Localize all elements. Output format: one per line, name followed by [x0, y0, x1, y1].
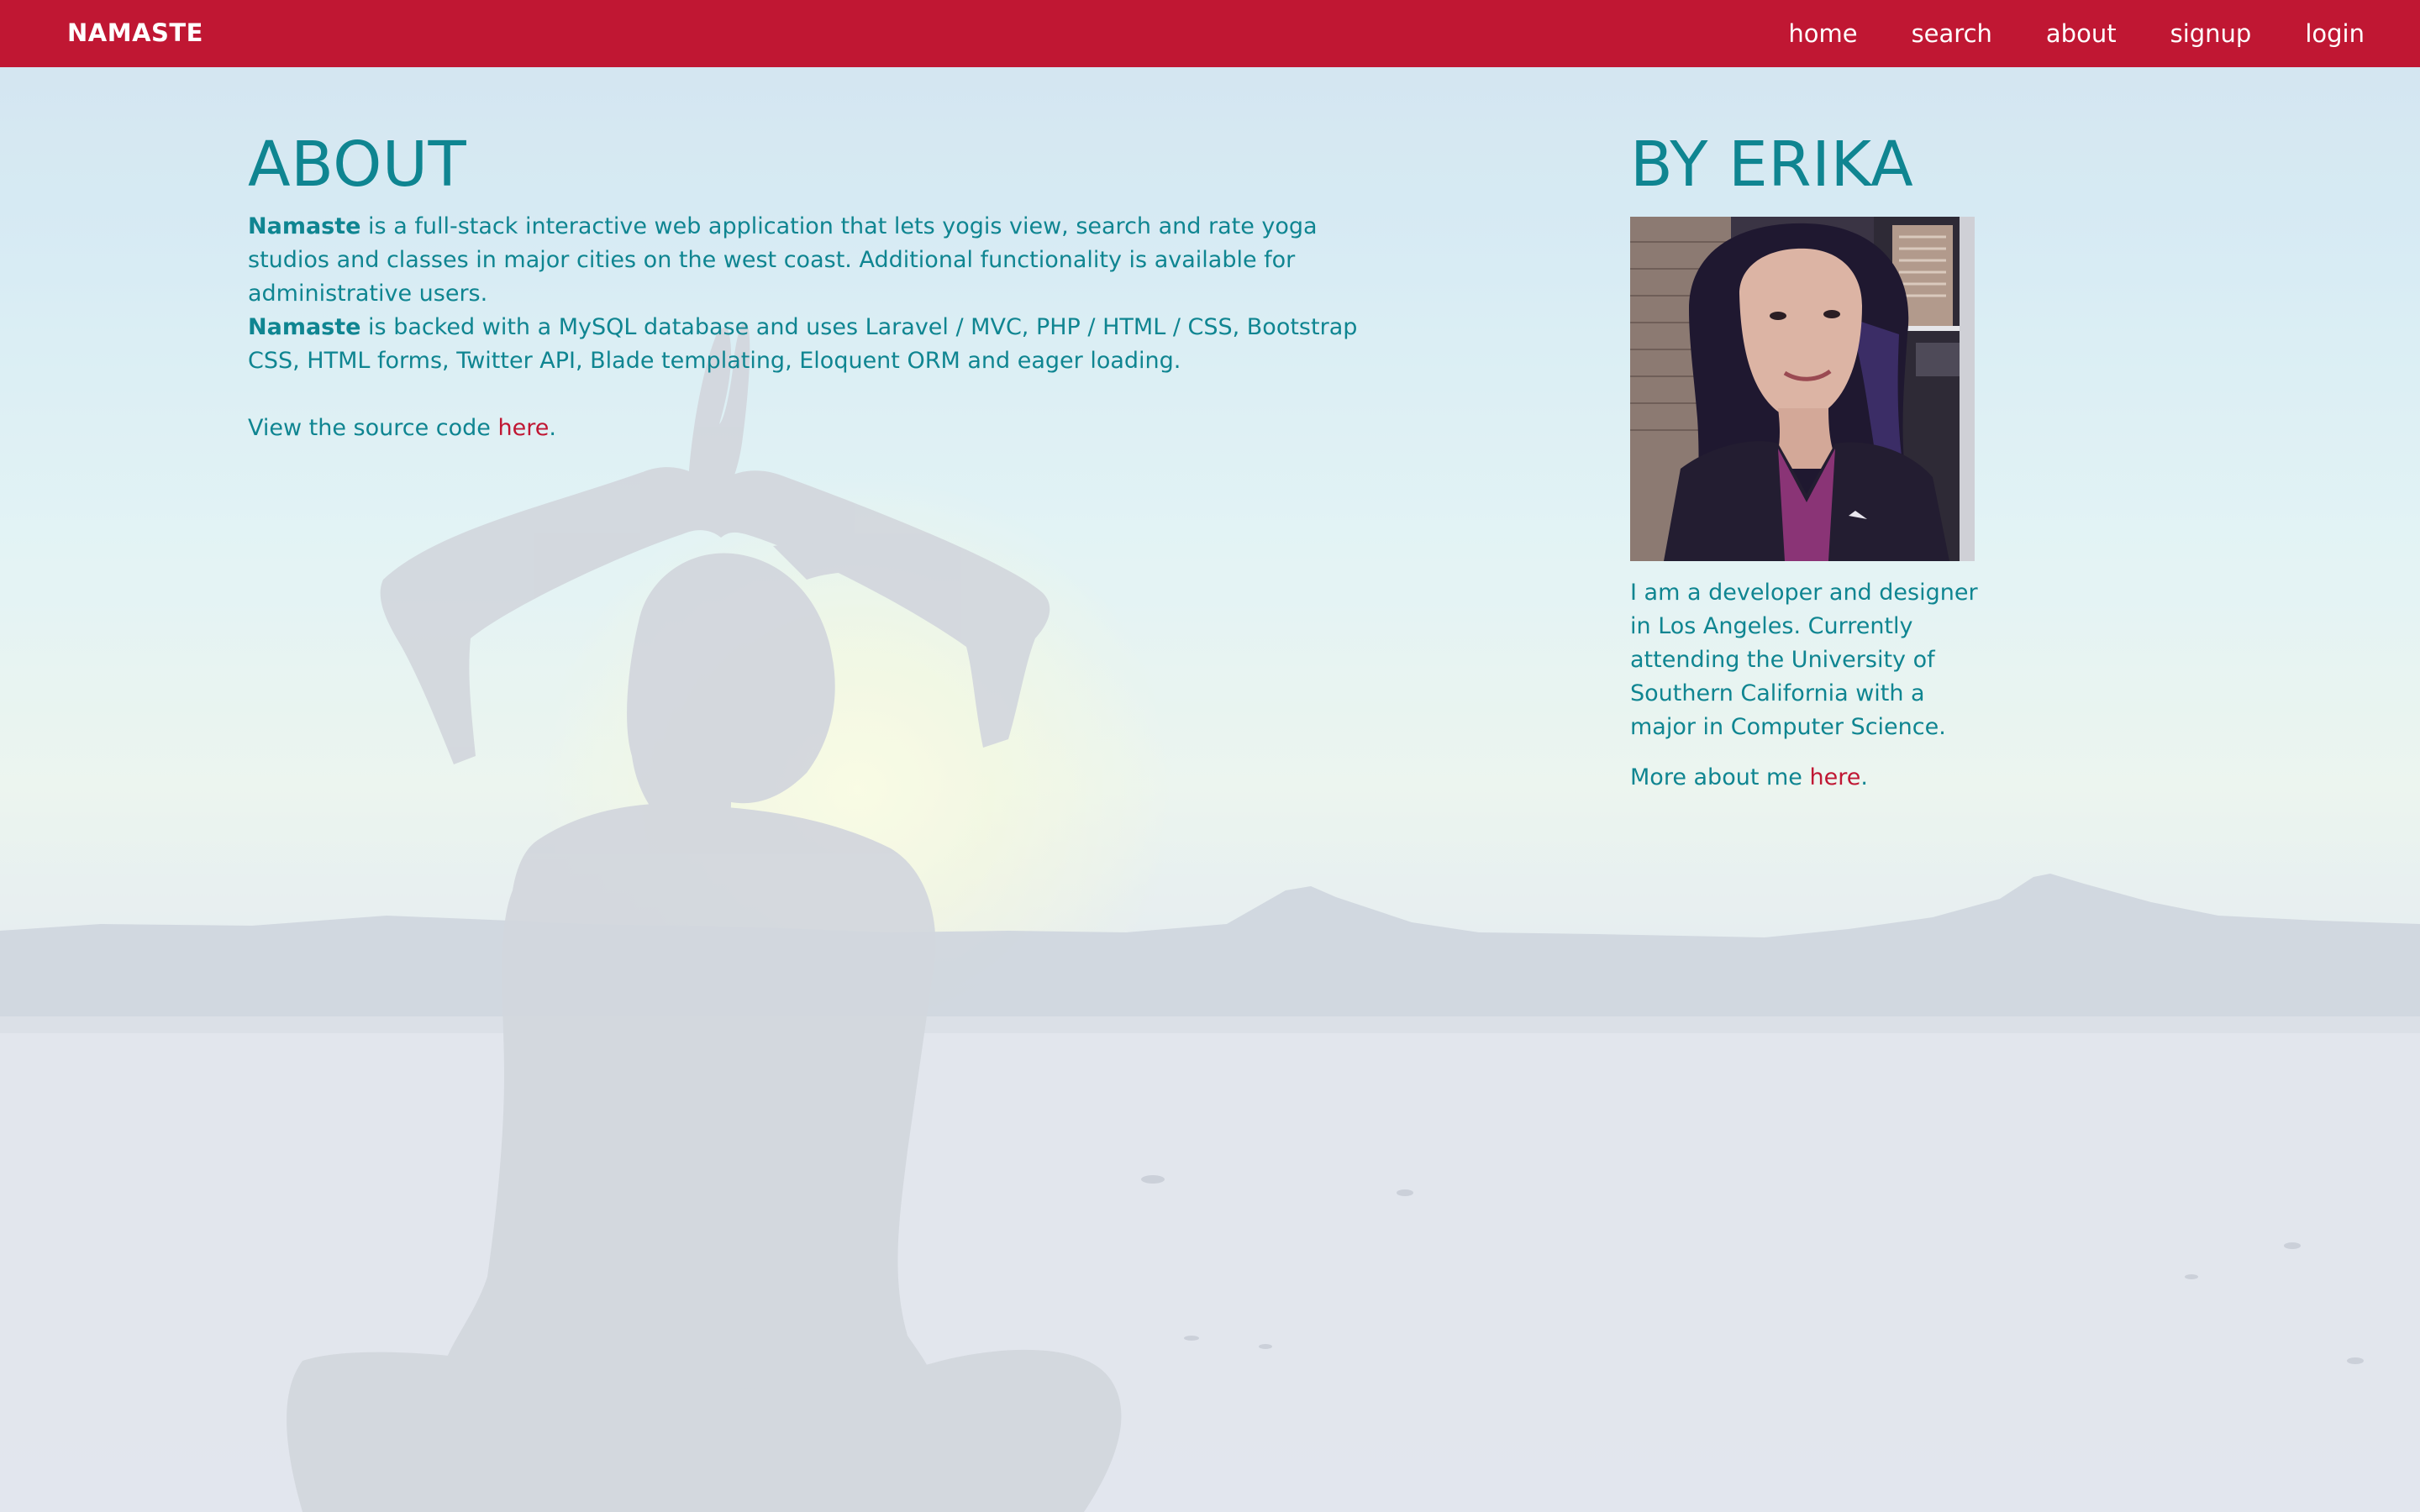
main-content: ABOUT Namaste is a full-stack interactiv…	[0, 0, 2420, 1512]
source-code-line: View the source code here.	[248, 412, 1374, 445]
nav-link-about[interactable]: about	[2046, 1, 2117, 66]
about-description-text-2: is backed with a MySQL database and uses…	[248, 314, 1358, 374]
source-code-prefix: View the source code	[248, 415, 498, 441]
profile-photo-illustration	[1630, 217, 1975, 561]
top-navbar: NAMASTE home search about signup login	[0, 0, 2420, 67]
source-code-suffix: .	[549, 415, 556, 441]
more-about-line: More about me here.	[1630, 761, 1983, 795]
brand-logo-link[interactable]: NAMASTE	[67, 0, 203, 67]
nav-link-search[interactable]: search	[1912, 1, 1992, 66]
about-description-text-1: is a full-stack interactive web applicat…	[248, 213, 1318, 307]
app-name-bold: Namaste	[248, 314, 361, 340]
nav-link-login[interactable]: login	[2305, 1, 2365, 66]
author-bio: I am a developer and designer in Los Ang…	[1630, 580, 1978, 740]
source-code-link[interactable]: here	[498, 415, 550, 441]
about-heading: ABOUT	[248, 129, 467, 201]
about-section: ABOUT Namaste is a full-stack interactiv…	[248, 126, 1374, 445]
author-section: BY ERIKA I am a developer and designer i…	[1630, 126, 1983, 795]
nav-link-signup[interactable]: signup	[2170, 1, 2252, 66]
author-heading: BY ERIKA	[1630, 129, 1914, 201]
app-name-bold: Namaste	[248, 213, 361, 239]
profile-photo	[1630, 217, 1975, 561]
about-description: Namaste is a full-stack interactive web …	[248, 210, 1374, 378]
more-about-link[interactable]: here	[1810, 764, 1861, 790]
more-about-prefix: More about me	[1630, 764, 1810, 790]
more-about-suffix: .	[1860, 764, 1868, 790]
nav-links: home search about signup login	[1734, 0, 2365, 67]
nav-link-home[interactable]: home	[1788, 1, 1857, 66]
